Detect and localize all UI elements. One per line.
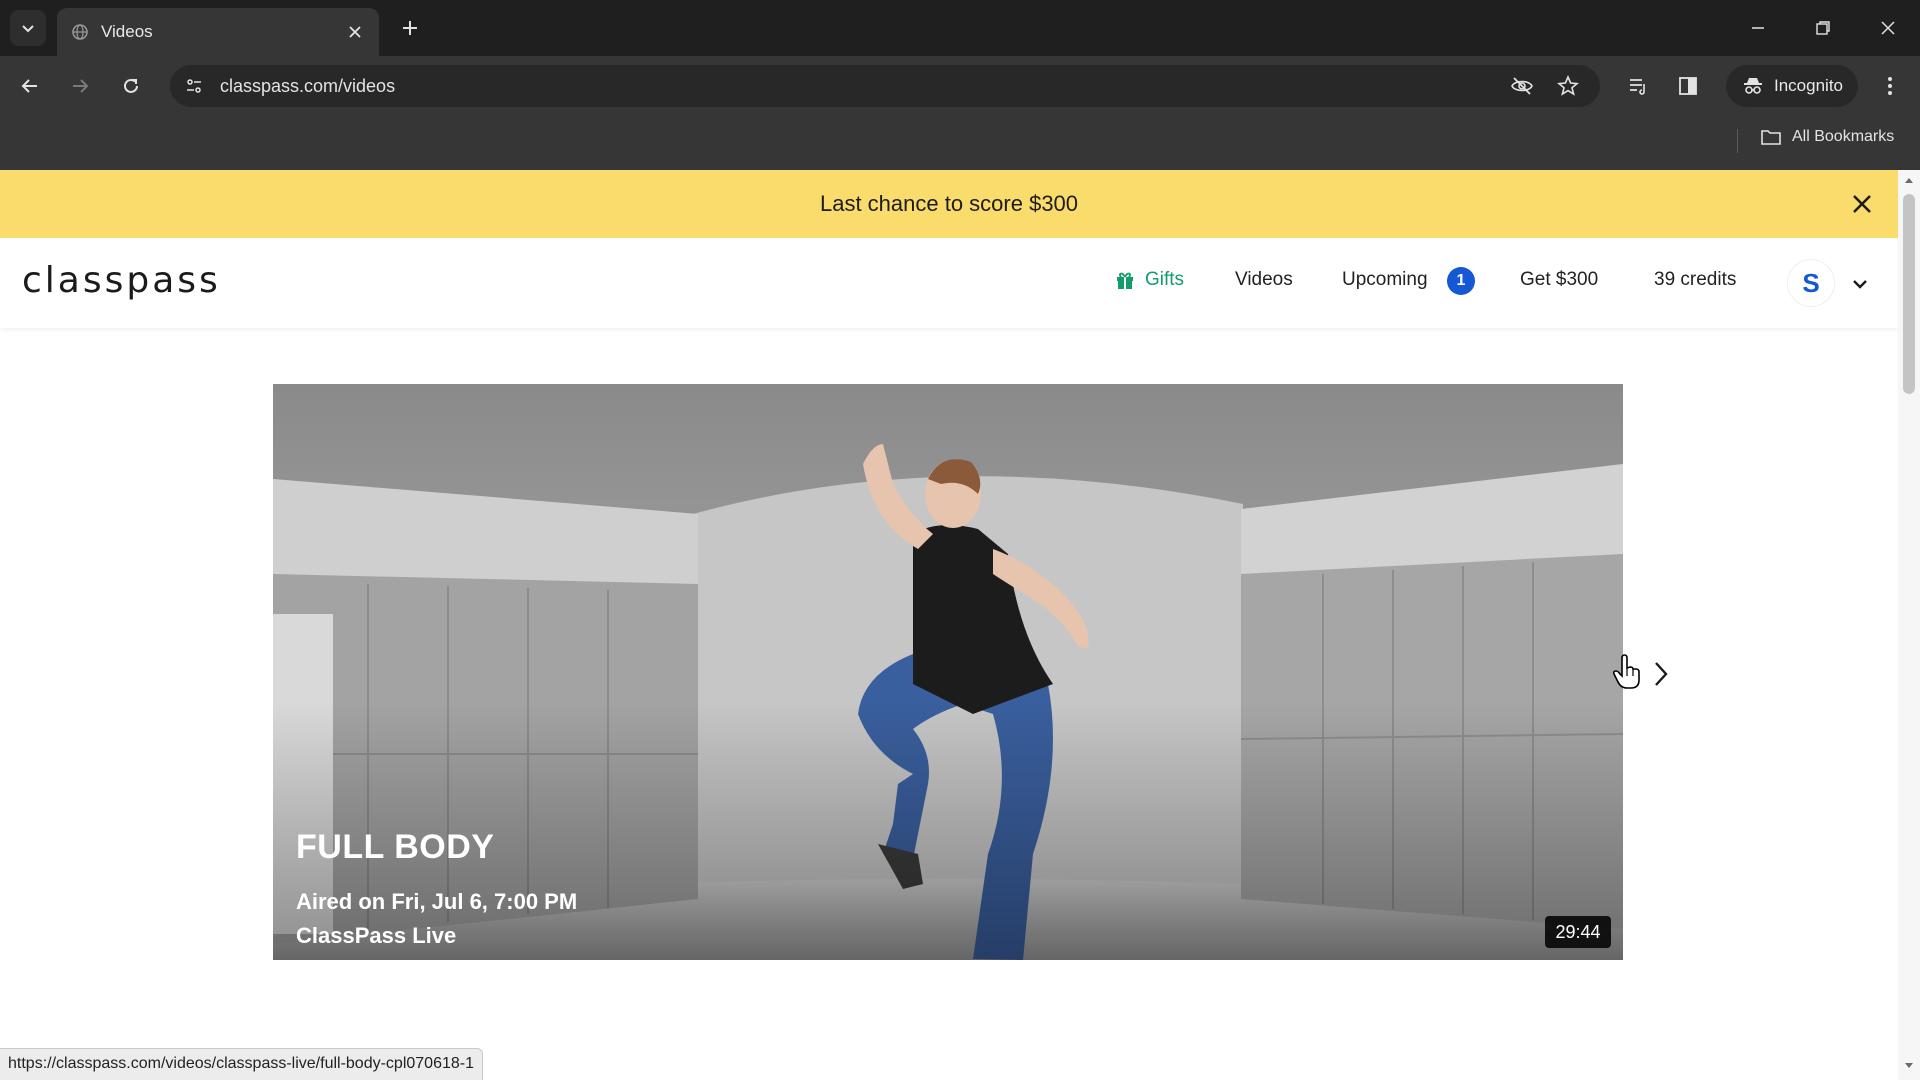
nav-gifts-label: Gifts [1145,269,1185,290]
video-title: FULL BODY [296,828,495,866]
incognito-indicator[interactable]: Incognito [1726,65,1858,107]
scroll-down-icon[interactable] [1904,1062,1914,1070]
close-window-icon[interactable] [1868,8,1908,48]
side-panel-icon[interactable] [1674,72,1702,100]
plus-icon[interactable] [396,14,424,42]
kebab-menu-icon[interactable] [1876,72,1904,100]
all-bookmarks-button[interactable]: All Bookmarks [1760,128,1894,146]
page-viewport: Last chance to score $300 classpass Gift… [0,170,1920,1080]
nav-gifts[interactable]: Gifts [1115,269,1184,291]
close-icon[interactable] [1846,188,1878,220]
hand-cursor-icon [1612,654,1642,690]
bookmarks-separator [1737,129,1738,153]
video-aired-date: Aired on Fri, Jul 6, 7:00 PM [296,889,578,914]
promo-banner[interactable]: Last chance to score $300 [0,170,1898,238]
nav-upcoming[interactable]: Upcoming [1342,269,1428,291]
link-status-bar: https://classpass.com/videos/classpass-l… [0,1048,483,1080]
close-icon[interactable] [343,20,367,44]
tab-search-icon[interactable] [10,10,46,46]
promo-text: Last chance to score $300 [819,191,1079,216]
featured-video-card[interactable]: FULL BODY Aired on Fri, Jul 6, 7:00 PM C… [273,384,1623,960]
nav-get-offer[interactable]: Get $300 [1520,269,1598,291]
star-icon[interactable] [1556,74,1580,98]
gift-icon [1115,270,1135,290]
chevron-right-icon[interactable] [1644,654,1678,694]
classpass-logo[interactable]: classpass [22,260,221,301]
video-gradient-overlay [273,384,1623,960]
video-source: ClassPass Live [296,923,457,948]
all-bookmarks-label: All Bookmarks [1792,128,1895,145]
scroll-up-icon[interactable] [1904,176,1914,184]
avatar[interactable]: S [1788,260,1834,306]
video-duration-badge: 29:44 [1545,916,1611,948]
reading-list-icon[interactable] [1624,72,1652,100]
nav-videos[interactable]: Videos [1235,269,1293,291]
tab-title: Videos [101,22,153,41]
upcoming-count-badge: 1 [1447,267,1475,295]
tab-strip: Videos [0,0,1920,56]
forward-icon[interactable] [62,68,98,104]
address-bar[interactable]: classpass.com/videos [170,65,1600,107]
eye-off-icon[interactable] [1510,74,1534,98]
back-icon[interactable] [12,68,48,104]
site-info-icon[interactable] [182,74,206,98]
incognito-icon [1742,75,1764,97]
reload-icon[interactable] [113,68,149,104]
incognito-label: Incognito [1774,76,1843,95]
nav-credits[interactable]: 39 credits [1654,269,1736,291]
restore-icon[interactable] [1803,8,1843,48]
bookmarks-bar: All Bookmarks [0,116,1920,170]
url-text: classpass.com/videos [220,76,396,96]
site-header: classpass Gifts Videos Upcoming 1 Get $3… [0,238,1898,328]
folder-icon [1760,128,1782,146]
scrollbar-thumb[interactable] [1903,194,1915,394]
tab-videos[interactable]: Videos [57,8,379,56]
globe-favicon-icon [71,23,89,41]
chevron-down-icon[interactable] [1848,272,1872,296]
minimize-icon[interactable] [1738,8,1778,48]
page-scrollbar[interactable] [1898,170,1920,1080]
browser-toolbar: classpass.com/videos Incognito [0,56,1920,116]
